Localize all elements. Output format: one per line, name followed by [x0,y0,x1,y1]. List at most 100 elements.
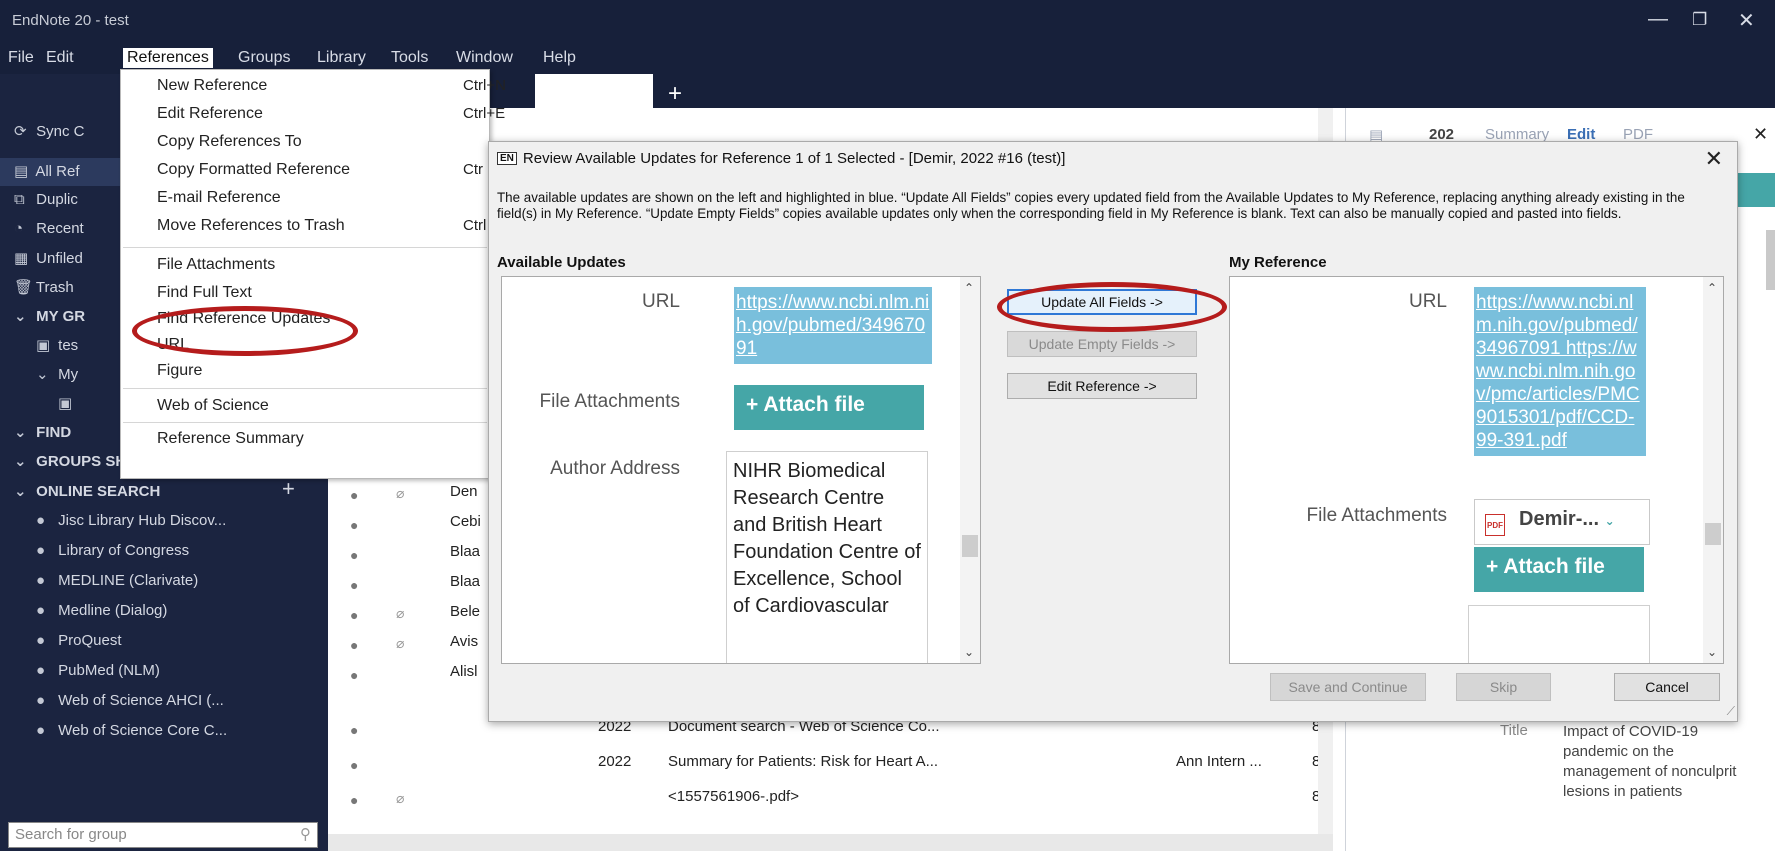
minimize-icon[interactable]: — [1648,8,1668,31]
menu-item-copy-references-to[interactable]: Copy References To [157,133,302,151]
dialog-description: The available updates are shown on the l… [497,190,1685,221]
sidebar-item-group-test[interactable]: ▣ tes [36,336,78,354]
author-address-field[interactable] [1468,605,1650,663]
unread-dot-icon: ● [350,487,359,503]
resize-grip-icon[interactable]: ⟋ [1727,704,1735,719]
sync-item[interactable]: ⟳ Sync C [14,122,85,140]
menu-shortcut: Ctr [463,161,483,178]
sidebar-item-all-references[interactable]: ▤ All Ref [14,162,80,180]
sidebar-section-find[interactable]: ⌄ FIND [14,423,71,441]
library-icon: ▤ [14,163,29,180]
menu-tools[interactable]: Tools [391,49,428,67]
sidebar-item-recent[interactable]: ◔ Recent [14,220,84,237]
menu-item-new-reference[interactable]: New Reference [157,77,267,95]
globe-icon: ● [36,542,46,559]
sidebar-item-online[interactable]: ● PubMed (NLM) [36,662,160,679]
restore-icon[interactable]: ❐ [1692,10,1707,30]
sidebar-item-trash[interactable]: 🗑 Trash [14,278,74,296]
globe-icon: ● [36,512,46,529]
group-icon: ▣ [36,337,51,354]
available-url-field[interactable]: https://www.ncbi.nlm.nih.gov/pubmed/3496… [734,287,932,364]
available-url-link[interactable]: https://www.ncbi.nlm.nih.gov/pubmed/3496… [736,291,930,360]
my-url-field[interactable]: https://www.ncbi.nlm.nih.gov/pubmed/3496… [1474,287,1646,456]
sidebar-item-online[interactable]: ● Jisc Library Hub Discov... [36,512,226,529]
close-panel-icon[interactable]: ✕ [1753,124,1768,145]
menu-item-copy-formatted[interactable]: Copy Formatted Reference [157,161,350,179]
globe-icon: ● [36,632,46,649]
sidebar-item-my-subgroup[interactable]: ⌄ My [36,365,78,383]
scroll-thumb[interactable] [962,535,978,557]
sidebar-section-online-search[interactable]: ⌄ ONLINE SEARCH [14,482,160,500]
unread-dot-icon: ● [350,667,359,683]
search-icon: ⚲ [300,826,311,843]
panel-scrollbar[interactable] [1766,230,1775,290]
menu-item-find-reference-updates[interactable]: Find Reference Updates [157,310,330,328]
my-url-link[interactable]: https://www.ncbi.nlm.nih.gov/pubmed/3496… [1476,291,1644,452]
menu-library[interactable]: Library [317,49,366,67]
menu-item-figure[interactable]: Figure [157,362,202,380]
new-tab-icon[interactable]: + [668,80,682,108]
menu-item-file-attachments[interactable]: File Attachments [157,256,275,274]
sidebar-item-duplicates[interactable]: ⧉ Duplic [14,191,78,208]
sidebar-item-online[interactable]: ● Medline (Dialog) [36,602,167,619]
menu-divider [123,388,487,389]
attach-file-button[interactable]: + Attach file [1474,547,1644,592]
scroll-down-icon[interactable]: ⌄ [964,645,974,659]
trash-icon: 🗑 [14,279,34,296]
sidebar-item-unfiled[interactable]: ▦ Unfiled [14,249,83,267]
available-updates-heading: Available Updates [497,254,626,271]
panel-teal-button[interactable] [1733,173,1775,207]
sidebar-item-subgroup-child[interactable]: ▣ [58,394,76,412]
available-scrollbar[interactable]: ⌃ ⌄ [960,277,980,663]
sidebar-item-online[interactable]: ● Web of Science Core C... [36,722,227,739]
menu-window[interactable]: Window [456,49,513,67]
menu-references[interactable]: References [123,48,213,68]
cancel-button[interactable]: Cancel [1614,673,1720,701]
url-label: URL [1408,291,1447,312]
save-and-continue-button[interactable]: Save and Continue [1270,673,1426,701]
table-row[interactable]: ● ⌀ <1557561906-.pdf> 8 [340,788,1330,814]
menu-item-move-to-trash[interactable]: Move References to Trash [157,217,345,235]
menu-item-email-reference[interactable]: E-mail Reference [157,189,281,207]
author-address-field[interactable]: NIHR Biomedical Research Centre and Brit… [726,451,928,663]
title-field-value[interactable]: Impact of COVID-19 pandemic on the manag… [1563,722,1758,802]
my-reference-scrollbar[interactable]: ⌃ ⌄ [1703,277,1723,663]
scroll-down-icon[interactable]: ⌄ [1707,645,1717,659]
sidebar-item-online[interactable]: ● Web of Science AHCI (... [36,692,224,709]
menu-edit[interactable]: Edit [46,49,74,67]
menu-item-url[interactable]: URL [157,336,189,354]
sidebar-section-my-groups[interactable]: ⌄ MY GR [14,307,85,325]
file-attachments-label: File Attachments [1306,505,1447,526]
menu-item-reference-summary[interactable]: Reference Summary [157,430,304,448]
scroll-up-icon[interactable]: ⌃ [1707,281,1717,295]
author-address-label: Author Address [550,458,680,479]
menu-item-edit-reference[interactable]: Edit Reference [157,105,263,123]
menu-help[interactable]: Help [543,49,576,67]
list-horizontal-scrollbar[interactable] [328,834,1333,851]
recent-icon: ◔ [14,220,24,237]
attachment-icon: ⌀ [396,485,405,501]
sidebar-item-online[interactable]: ● Library of Congress [36,542,189,559]
close-icon[interactable]: ✕ [1705,146,1723,172]
file-attachment-dropdown[interactable]: PDF Demir-... ⌄ [1474,499,1650,545]
edit-reference-button[interactable]: Edit Reference -> [1007,373,1197,399]
review-updates-dialog: EN Review Available Updates for Reference… [488,141,1738,722]
attach-file-button[interactable]: + Attach file [734,385,924,430]
update-all-fields-button[interactable]: Update All Fields -> [1007,289,1197,315]
menu-item-web-of-science[interactable]: Web of Science [157,397,269,415]
close-window-icon[interactable]: ✕ [1738,8,1755,33]
skip-button[interactable]: Skip [1456,673,1551,701]
search-group-input[interactable]: Search for group ⚲ [8,822,318,848]
menu-item-find-full-text[interactable]: Find Full Text [157,284,252,302]
chevron-down-icon: ⌄ [14,424,27,441]
sidebar-item-online[interactable]: ● ProQuest [36,632,122,649]
sidebar-item-online[interactable]: ● MEDLINE (Clarivate) [36,572,198,589]
scroll-up-icon[interactable]: ⌃ [964,281,974,295]
scroll-thumb[interactable] [1705,523,1721,545]
table-row[interactable]: ● 2022 Summary for Patients: Risk for Hear… [340,753,1330,779]
add-online-search-icon[interactable]: + [282,476,295,502]
menu-groups[interactable]: Groups [238,49,290,67]
library-tab[interactable] [535,74,653,108]
menu-file[interactable]: File [8,49,34,67]
update-empty-fields-button[interactable]: Update Empty Fields -> [1007,331,1197,357]
